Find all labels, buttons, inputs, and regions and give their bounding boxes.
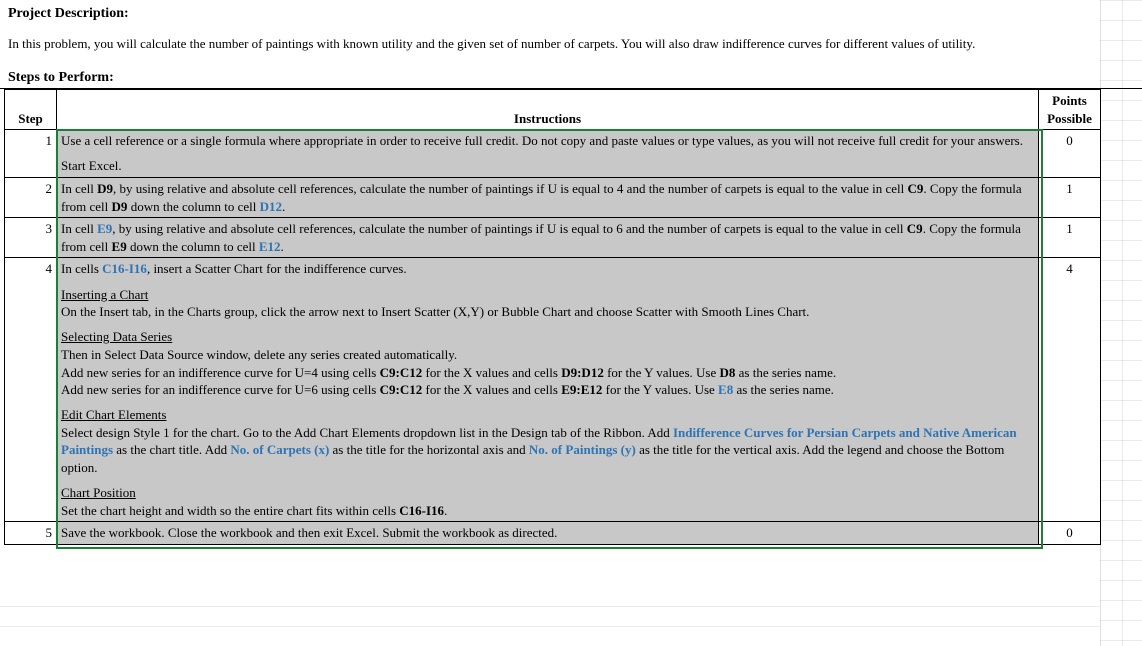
instruction-line: Set the chart height and width so the en… <box>61 502 1034 520</box>
step-number: 2 <box>5 177 57 217</box>
instructions-cell[interactable]: Save the workbook. Close the workbook an… <box>57 522 1039 545</box>
instruction-line: Chart Position <box>61 484 1034 502</box>
instruction-line <box>61 321 1034 329</box>
table-row: 3In cell E9, by using relative and absol… <box>5 218 1101 258</box>
instruction-line: Add new series for an indifference curve… <box>61 381 1034 399</box>
project-header: Project Description: In this problem, yo… <box>0 0 1142 70</box>
instruction-line: On the Insert tab, in the Charts group, … <box>61 303 1034 321</box>
gridlines-right <box>1100 0 1142 646</box>
project-description: In this problem, you will calculate the … <box>8 36 1134 52</box>
instruction-line <box>61 399 1034 407</box>
table-row: 4In cells C16-I16, insert a Scatter Char… <box>5 258 1101 522</box>
step-number: 4 <box>5 258 57 522</box>
instruction-line <box>61 477 1034 485</box>
instruction-line: Inserting a Chart <box>61 286 1034 304</box>
instructions-cell[interactable]: In cell D9, by using relative and absolu… <box>57 177 1039 217</box>
spreadsheet-view: Project Description: In this problem, yo… <box>0 0 1142 646</box>
instruction-line: Add new series for an indifference curve… <box>61 364 1034 382</box>
table-row: 5Save the workbook. Close the workbook a… <box>5 522 1101 545</box>
points-cell: 1 <box>1039 218 1101 258</box>
points-cell: 0 <box>1039 130 1101 178</box>
col-instructions-header: Instructions <box>57 90 1039 130</box>
step-number: 5 <box>5 522 57 545</box>
instruction-line <box>61 150 1034 158</box>
instruction-line: Select design Style 1 for the chart. Go … <box>61 424 1034 477</box>
instructions-cell[interactable]: In cell E9, by using relative and absolu… <box>57 218 1039 258</box>
table-row: 2In cell D9, by using relative and absol… <box>5 177 1101 217</box>
instruction-line: In cell D9, by using relative and absolu… <box>61 180 1034 215</box>
instruction-line: In cells C16-I16, insert a Scatter Chart… <box>61 260 1034 278</box>
instruction-line: Edit Chart Elements <box>61 406 1034 424</box>
instruction-line: Then in Select Data Source window, delet… <box>61 346 1034 364</box>
instruction-line: Start Excel. <box>61 157 1034 175</box>
points-cell: 1 <box>1039 177 1101 217</box>
table-header-row: Step Instructions Points Possible <box>5 90 1101 130</box>
col-step-header: Step <box>5 90 57 130</box>
instruction-line: In cell E9, by using relative and absolu… <box>61 220 1034 255</box>
points-cell: 0 <box>1039 522 1101 545</box>
steps-table: Step Instructions Points Possible 1Use a… <box>4 89 1101 545</box>
col-points-header: Points Possible <box>1039 90 1101 130</box>
project-title: Project Description: <box>8 6 1134 22</box>
instruction-line: Use a cell reference or a single formula… <box>61 132 1034 150</box>
instruction-line: Save the workbook. Close the workbook an… <box>61 524 1034 542</box>
instruction-line <box>61 278 1034 286</box>
table-row: 1Use a cell reference or a single formul… <box>5 130 1101 178</box>
instructions-cell[interactable]: In cells C16-I16, insert a Scatter Chart… <box>57 258 1039 522</box>
steps-title: Steps to Perform: <box>0 70 1142 89</box>
instruction-line: Selecting Data Series <box>61 328 1034 346</box>
step-number: 1 <box>5 130 57 178</box>
points-cell: 4 <box>1039 258 1101 522</box>
instructions-cell[interactable]: Use a cell reference or a single formula… <box>57 130 1039 178</box>
gridlines-bottom <box>0 606 1100 646</box>
step-number: 3 <box>5 218 57 258</box>
